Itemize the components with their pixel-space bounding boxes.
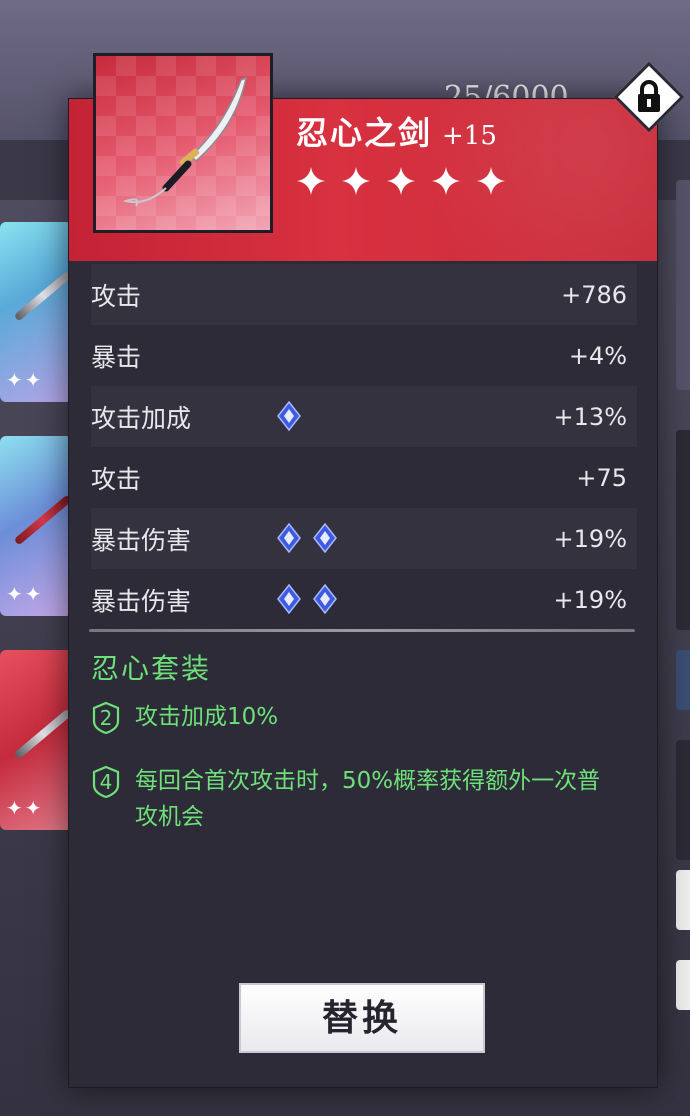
star-icon [342,167,370,195]
equipment-card[interactable]: ✦✦ [0,222,72,402]
stat-label: 暴击伤害 [91,586,192,616]
set-bonus-title: 忍心套装 [91,652,212,685]
item-name: 忍心之剑 [296,114,433,152]
gem-icon [277,523,301,553]
star-icon [297,167,325,195]
stat-value: +19% [553,524,627,553]
stat-label: 攻击 [91,281,142,311]
stat-value: +13% [553,402,627,431]
item-detail-panel: 攻击 +786 暴击 +4% 攻击加成 +13% 攻击 +75 暴击伤害 +19% 暴击伤害 +19%… [68,98,658,1088]
katana-icon [122,76,248,207]
gem-icon [277,584,301,614]
stat-label: 攻击 [91,464,142,494]
stat-label: 暴击 [91,342,142,372]
card-stars: ✦✦ [6,796,44,820]
side-button[interactable] [676,870,690,930]
side-panel-edge [676,180,690,390]
card-stars: ✦✦ [6,582,44,606]
stat-value: +75 [576,463,627,492]
star-icon [477,167,505,195]
sword-icon [13,494,72,546]
stat-gems [277,401,301,431]
item-level: +15 [442,121,497,151]
side-panel-edge [676,740,690,860]
set-piece-count: 2 [99,706,113,730]
star-icon [432,167,460,195]
stat-row: 攻击加成 +13% [91,386,637,447]
stat-label: 暴击伤害 [91,525,192,555]
side-tab[interactable] [676,650,690,710]
gem-icon [313,523,337,553]
item-star-rating [296,166,506,196]
stat-row: 暴击伤害 +19% [91,569,637,630]
sword-icon [13,708,72,760]
sword-icon [13,270,72,322]
lock-button[interactable] [613,61,685,133]
card-stars: ✦✦ [6,368,44,392]
lock-icon [638,80,660,112]
item-title: 忍心之剑 +15 [296,108,497,154]
stat-row: 暴击 +4% [91,325,637,386]
set-bonus-text: 攻击加成10% [135,704,279,730]
stat-value: +19% [553,585,627,614]
stat-list: 攻击 +786 暴击 +4% 攻击加成 +13% 攻击 +75 暴击伤害 +19% 暴击伤害 +19% [91,264,637,630]
stat-value: +4% [568,341,627,370]
equipment-card[interactable]: ✦✦ [0,436,72,616]
stat-row: 攻击 +786 [91,264,637,325]
side-panel-edge [676,430,690,630]
stat-label: 攻击加成 [91,403,192,433]
stat-row: 攻击 +75 [91,447,637,508]
gem-icon [277,401,301,431]
star-icon [387,167,415,195]
stat-gems [277,584,337,614]
stat-value: +786 [561,280,627,309]
set-piece-count: 4 [99,770,113,794]
gem-icon [313,584,337,614]
stat-gems [277,523,337,553]
divider [89,629,635,632]
equipment-card[interactable]: ✦✦ [0,650,72,830]
side-button[interactable] [676,960,690,1010]
stat-row: 暴击伤害 +19% [91,508,637,569]
replace-button[interactable]: 替换 [239,983,485,1053]
item-portrait [93,53,273,233]
set-bonus-text: 每回合首次攻击时，50%概率获得额外一次普攻机会 [135,768,601,830]
